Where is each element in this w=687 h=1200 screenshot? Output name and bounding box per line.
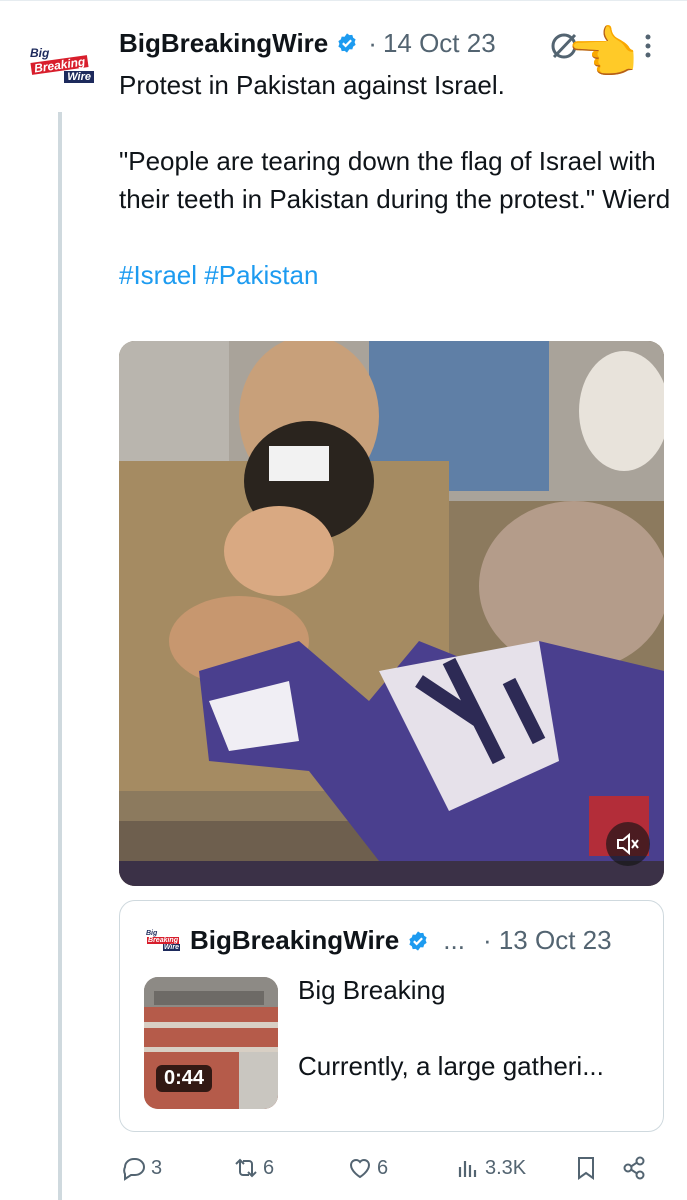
bookmark-icon: [578, 1157, 594, 1180]
quoted-verified-badge-icon: [409, 930, 427, 951]
quoted-video-thumbnail[interactable]: 0:44: [144, 977, 278, 1109]
quoted-ellipsis: ...: [443, 925, 465, 955]
tweet-hashtags[interactable]: #Israel #Pakistan: [119, 256, 679, 294]
more-icon[interactable]: [640, 30, 656, 62]
views-count: 3.3K: [485, 1156, 527, 1179]
bookmark-button[interactable]: [571, 1150, 601, 1186]
quoted-date: · 13 Oct 23: [483, 925, 612, 956]
quoted-avatar-line-1: Big: [146, 930, 158, 937]
top-divider: [0, 0, 687, 1]
quoted-avatar-line-2: Breaking: [147, 937, 179, 944]
tweet-text-line-1: Protest in Pakistan against Israel.: [119, 70, 505, 100]
author-avatar[interactable]: Big Breaking Wire: [22, 42, 98, 88]
repost-button[interactable]: 6: [231, 1150, 274, 1186]
quoted-separator: ·: [482, 925, 492, 955]
thread-line: [58, 112, 62, 1200]
mute-icon: [617, 832, 639, 856]
quoted-date-text: 13 Oct 23: [498, 925, 612, 955]
repost-count: 6: [263, 1156, 275, 1179]
tweet-video[interactable]: [119, 341, 664, 886]
like-button[interactable]: 6: [345, 1150, 388, 1186]
quoted-snippet: Currently, a large gatheri...: [298, 1051, 604, 1081]
quoted-tweet[interactable]: Big Breaking Wire BigBreakingWire ... · …: [119, 900, 664, 1132]
header-separator: ·: [368, 27, 377, 58]
share-button[interactable]: [619, 1150, 649, 1186]
quoted-avatar-line-3: Wire: [162, 944, 180, 951]
repost-icon: [235, 1158, 257, 1178]
like-count: 6: [377, 1156, 389, 1179]
tweet-date[interactable]: 14 Oct 23: [383, 28, 496, 59]
views-button[interactable]: 3.3K: [453, 1150, 526, 1186]
verified-badge-icon: [338, 33, 356, 53]
like-icon: [349, 1159, 371, 1179]
tweet-text-quote: "People are tearing down the flag of Isr…: [119, 146, 671, 214]
quoted-tweet-header: Big Breaking Wire BigBreakingWire ... · …: [146, 925, 612, 956]
mute-button[interactable]: [606, 822, 650, 866]
tweet-body: Protest in Pakistan against Israel. "Peo…: [119, 66, 679, 294]
quoted-headline: Big Breaking: [298, 975, 446, 1005]
quoted-author-avatar: Big Breaking Wire: [146, 928, 180, 954]
avatar-line-3: Wire: [64, 71, 94, 83]
share-icon: [623, 1156, 645, 1180]
tweet-actions: 3 6 6 3.3K: [119, 1150, 664, 1186]
tweet-header: BigBreakingWire · 14 Oct 23: [119, 26, 496, 60]
quoted-tweet-body: Big Breaking Currently, a large gatheri.…: [298, 971, 604, 1085]
quoted-video-duration: 0:44: [156, 1065, 213, 1092]
avatar-line-1: Big: [30, 46, 50, 60]
author-name[interactable]: BigBreakingWire: [119, 28, 328, 59]
views-icon: [458, 1161, 477, 1177]
reply-icon: [123, 1158, 145, 1181]
video-frame: [119, 341, 664, 886]
quoted-author-name: BigBreakingWire: [190, 925, 400, 955]
reply-button[interactable]: 3: [119, 1150, 162, 1186]
reply-count: 3: [151, 1156, 163, 1179]
